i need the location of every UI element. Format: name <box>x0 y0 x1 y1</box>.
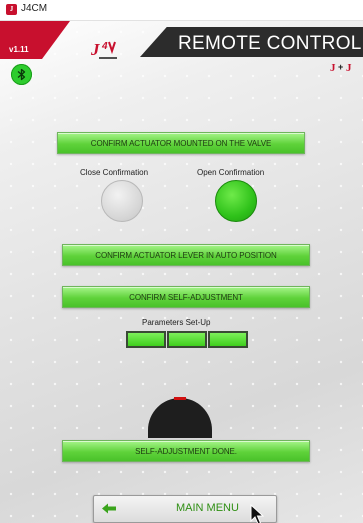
jj-logo: J + J <box>330 61 356 76</box>
close-confirmation-indicator[interactable] <box>101 180 143 222</box>
confirm-lever-button[interactable]: CONFIRM ACTUATOR LEVER IN AUTO POSITION <box>62 244 310 266</box>
confirm-mounted-button[interactable]: CONFIRM ACTUATOR MOUNTED ON THE VALVE <box>57 132 305 154</box>
version-label: v1.11 <box>9 45 29 54</box>
bluetooth-button[interactable] <box>11 64 32 85</box>
svg-text:+: + <box>338 62 343 72</box>
parameters-label: Parameters Set-Up <box>142 318 211 327</box>
actuator-image <box>148 398 212 438</box>
confirm-self-adjustment-button[interactable]: CONFIRM SELF-ADJUSTMENT <box>62 286 310 308</box>
svg-text:J: J <box>330 62 336 73</box>
svg-text:J: J <box>90 40 100 59</box>
self-adjustment-done-status: SELF-ADJUSTMENT DONE. <box>62 440 310 462</box>
parameter-progress-segment-3 <box>208 331 248 348</box>
actuator-position-mark <box>174 397 186 400</box>
brand-logo: J 4 <box>90 37 120 61</box>
app-body: v1.11 REMOTE CONTROL J + J J 4 CONFIRM A… <box>0 21 363 523</box>
bluetooth-icon <box>17 68 26 81</box>
page-title: REMOTE CONTROL <box>178 33 362 54</box>
main-menu-label: MAIN MENU <box>176 502 239 514</box>
open-confirmation-indicator[interactable] <box>215 180 257 222</box>
app-icon: J <box>6 4 17 15</box>
svg-text:4: 4 <box>101 41 108 52</box>
mouse-cursor-icon <box>250 504 264 523</box>
open-confirmation-label: Open Confirmation <box>197 168 265 177</box>
svg-text:J: J <box>346 62 352 73</box>
close-confirmation-label: Close Confirmation <box>80 168 149 177</box>
window-title: J4CM <box>21 3 48 14</box>
parameter-progress-segment-2 <box>167 331 207 348</box>
parameter-progress-segment-1 <box>126 331 166 348</box>
title-bar: J J4CM <box>0 0 363 21</box>
arrow-left-icon <box>102 503 116 514</box>
